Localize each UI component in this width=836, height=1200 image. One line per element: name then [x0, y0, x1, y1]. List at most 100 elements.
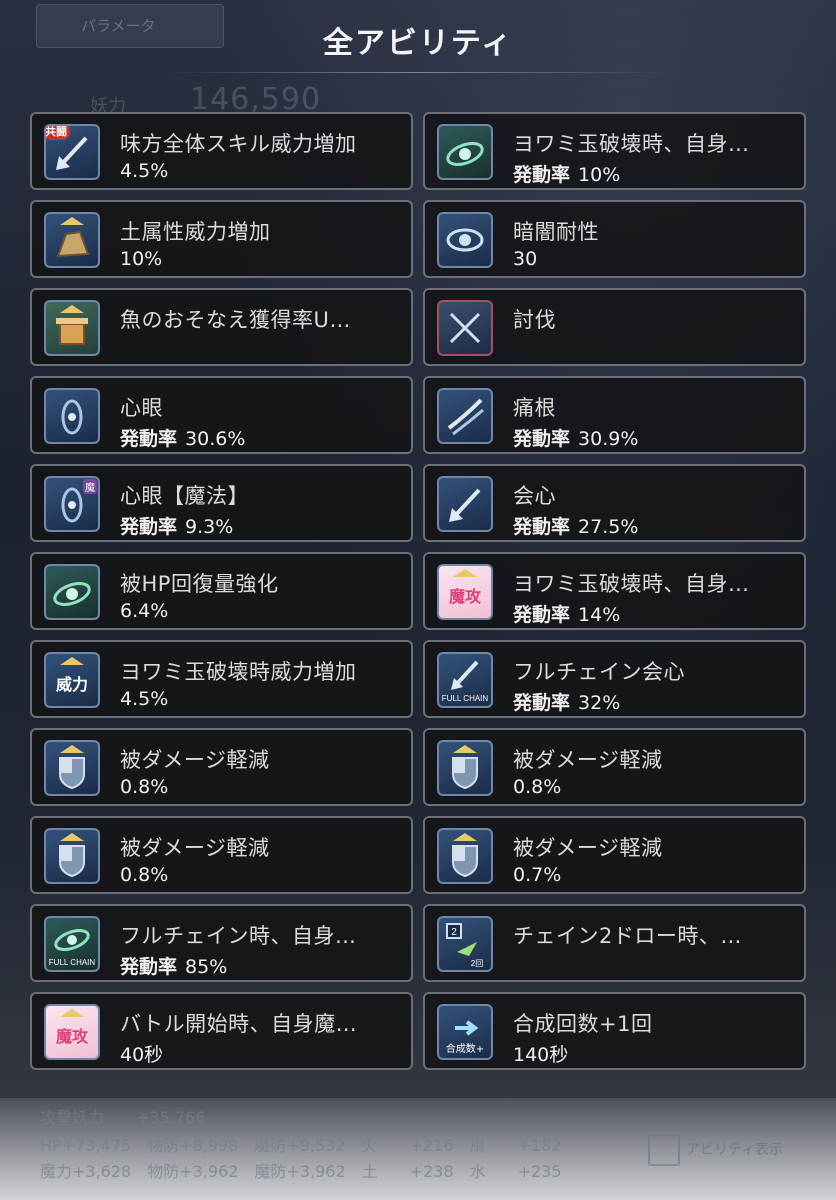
ability-value-line: 発動率 14%: [513, 600, 620, 627]
activation-rate-label: 発動率: [513, 164, 571, 186]
ability-name: チェイン2ドロー時、…: [513, 924, 742, 948]
ability-grid: 共闘 味方全体スキル威力増加 4.5% ヨワミ玉破壊時、自身… 発動率 10% 土属性威力増…: [30, 112, 806, 1070]
ability-display-checkbox[interactable]: アビリティ表示: [648, 1134, 828, 1166]
activation-rate-label: 発動率: [513, 516, 571, 538]
ability-value-line: 30: [513, 248, 537, 270]
power-icon: 威力: [44, 652, 100, 708]
ability-name: 被ダメージ軽減: [120, 836, 270, 860]
ability-card[interactable]: 魔攻 バトル開始時、自身魔… 40秒: [30, 992, 413, 1070]
crossed-swords-icon: [437, 300, 493, 356]
shield-icon: [437, 740, 493, 796]
ability-card[interactable]: 合成数+ 合成回数+1回 140秒: [423, 992, 806, 1070]
orb-swirl-icon: [437, 124, 493, 180]
svg-text:威力: 威力: [56, 675, 88, 694]
ability-value: 0.8%: [120, 864, 169, 886]
ability-card[interactable]: 土属性威力増加 10%: [30, 200, 413, 278]
ability-value-line: 発動率 27.5%: [513, 512, 638, 539]
shield-icon: [44, 740, 100, 796]
ability-card[interactable]: 痛根 発動率 30.9%: [423, 376, 806, 454]
ability-value: 27.5%: [578, 516, 639, 538]
activation-rate-label: 発動率: [513, 692, 571, 714]
ability-value: 140秒: [513, 1044, 569, 1066]
ability-name: 会心: [513, 484, 556, 508]
ability-value: 10%: [120, 248, 163, 270]
ability-value-line: 0.8%: [120, 776, 168, 798]
offering-box-icon: [44, 300, 100, 356]
ability-name: ヨワミ玉破壊時威力増加: [120, 660, 357, 684]
svg-text:合成数+: 合成数+: [446, 1042, 484, 1055]
ability-card[interactable]: 魚のおそなえ獲得率U…: [30, 288, 413, 366]
background-stats-row: HP+73,475 物防+8,998 魔防+9,532 火 +216 風 +18…: [40, 1136, 562, 1155]
ability-card[interactable]: 暗闇耐性 30: [423, 200, 806, 278]
ability-card[interactable]: 会心発動率 27.5%: [423, 464, 806, 542]
svg-text:魔攻: 魔攻: [56, 1027, 89, 1046]
ability-name: 合成回数+1回: [513, 1012, 653, 1036]
ability-card[interactable]: 被HP回復量強化 6.4%: [30, 552, 413, 630]
activation-rate-label: 発動率: [120, 516, 178, 538]
ability-card[interactable]: 被ダメージ軽減 0.8%: [30, 728, 413, 806]
ability-value-line: 0.8%: [513, 776, 561, 798]
ability-value: 4.5%: [120, 688, 169, 710]
title-divider: [166, 72, 670, 73]
ability-card[interactable]: 2 2回 チェイン2ドロー時、…: [423, 904, 806, 982]
ability-card[interactable]: 被ダメージ軽減 0.7%: [423, 816, 806, 894]
background-stats-row: 魔力+3,628 物防+3,962 魔防+3,962 土 +238 水 +235: [40, 1162, 562, 1181]
ability-name: 痛根: [513, 396, 556, 420]
ability-name: フルチェイン時、自身…: [120, 924, 357, 948]
ability-value: 30: [513, 248, 538, 270]
ability-card[interactable]: ヨワミ玉破壊時、自身… 発動率 10%: [423, 112, 806, 190]
chain-draw-icon: 2 2回: [437, 916, 493, 972]
slash-icon: [437, 388, 493, 444]
activation-rate-label: 発動率: [513, 428, 571, 450]
ability-value-line: 発動率 32%: [513, 688, 620, 715]
ability-value: 0.8%: [120, 776, 169, 798]
shield-icon: [437, 828, 493, 884]
ability-value-line: 発動率 85%: [120, 952, 227, 979]
ability-value: 40秒: [120, 1044, 164, 1066]
background-stats-row: 攻撃妖力 +35,766: [40, 1108, 206, 1127]
ability-card[interactable]: 威力 ヨワミ玉破壊時威力増加 4.5%: [30, 640, 413, 718]
ability-card[interactable]: 被ダメージ軽減 0.8%: [30, 816, 413, 894]
ability-name: ヨワミ玉破壊時、自身…: [513, 132, 750, 156]
arrow-icon: 共闘: [44, 124, 100, 180]
co-op-badge: 共闘: [46, 126, 70, 140]
ability-value: 0.8%: [513, 776, 562, 798]
synthesis-count-icon: 合成数+: [437, 1004, 493, 1060]
ability-name: ヨワミ玉破壊時、自身…: [513, 572, 750, 596]
ability-card[interactable]: FULL CHAIN フルチェイン時、自身… 発動率 85%: [30, 904, 413, 982]
activation-rate-label: 発動率: [513, 604, 571, 626]
ability-value-line: 140秒: [513, 1040, 568, 1067]
checkbox-box[interactable]: [648, 1134, 680, 1166]
full-chain-swirl-icon: FULL CHAIN: [44, 916, 100, 972]
ability-value-line: 発動率 10%: [513, 160, 620, 187]
ability-card[interactable]: FULL CHAIN フルチェイン会心 発動率 32%: [423, 640, 806, 718]
magic-badge: 魔: [83, 479, 97, 494]
ability-name: 土属性威力増加: [120, 220, 271, 244]
ability-name: フルチェイン会心: [513, 660, 685, 684]
ability-value: 30.6%: [185, 428, 246, 450]
ability-card[interactable]: 魔攻 ヨワミ玉破壊時、自身… 発動率 14%: [423, 552, 806, 630]
ability-name: 被HP回復量強化: [120, 572, 279, 596]
ability-card[interactable]: 討伐: [423, 288, 806, 366]
ability-value: 85%: [185, 956, 228, 978]
ability-value: 4.5%: [120, 160, 169, 182]
heal-swirl-icon: [44, 564, 100, 620]
ability-card[interactable]: 被ダメージ軽減 0.8%: [423, 728, 806, 806]
page-title: 全アビリティ: [322, 26, 514, 61]
full-chain-critical-icon: FULL CHAIN: [437, 652, 493, 708]
ability-value: 14%: [578, 604, 621, 626]
svg-text:2: 2: [451, 927, 457, 938]
ability-name: 被ダメージ軽減: [120, 748, 270, 772]
mind-eye-magic-icon: 魔: [44, 476, 100, 532]
checkbox-label: アビリティ表示: [686, 1142, 784, 1158]
svg-text:2回: 2回: [471, 959, 483, 968]
ability-value-line: 4.5%: [120, 160, 168, 182]
ability-card[interactable]: 共闘 味方全体スキル威力増加 4.5%: [30, 112, 413, 190]
ability-card[interactable]: 魔 心眼【魔法】 発動率 9.3%: [30, 464, 413, 542]
ability-value-line: 10%: [120, 248, 162, 270]
ability-value-line: 4.5%: [120, 688, 168, 710]
ability-value-line: 0.7%: [513, 864, 561, 886]
activation-rate-label: 発動率: [120, 956, 178, 978]
ability-value: 10%: [578, 164, 621, 186]
ability-card[interactable]: 心眼 発動率 30.6%: [30, 376, 413, 454]
